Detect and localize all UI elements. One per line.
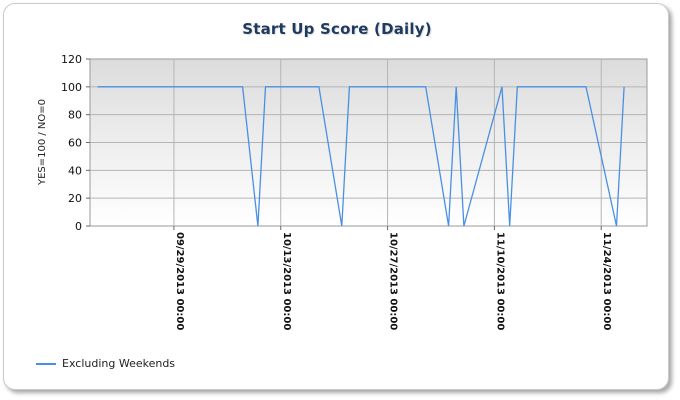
data-point bbox=[509, 225, 511, 227]
data-point bbox=[318, 86, 320, 88]
data-point bbox=[623, 86, 625, 88]
y-tick-label: 80 bbox=[68, 109, 82, 122]
y-tick-label: 40 bbox=[68, 164, 82, 177]
y-axis-label: YES=100 / NO=0 bbox=[37, 99, 48, 186]
legend-label-excluding-weekends: Excluding Weekends bbox=[62, 357, 176, 370]
data-point bbox=[463, 225, 465, 227]
x-tick-label: 10/13/2013 00:00 bbox=[281, 232, 292, 330]
data-point bbox=[242, 86, 244, 88]
line-chart: 0 20 40 60 80 100 120 09/29/2013 00:00 10/13/20… bbox=[37, 53, 648, 330]
data-point bbox=[448, 225, 450, 227]
y-tick-label: 120 bbox=[61, 53, 82, 66]
y-tick-label: 0 bbox=[75, 220, 82, 233]
data-point bbox=[265, 86, 267, 88]
data-point bbox=[97, 86, 99, 88]
y-tick-label: 60 bbox=[68, 137, 82, 150]
y-axis: 0 20 40 60 80 100 120 bbox=[61, 53, 90, 233]
data-point bbox=[349, 86, 351, 88]
data-point bbox=[425, 86, 427, 88]
data-point bbox=[585, 86, 587, 88]
data-point bbox=[455, 86, 457, 88]
data-point bbox=[516, 86, 518, 88]
x-tick-label: 10/27/2013 00:00 bbox=[388, 232, 399, 330]
x-tick-label: 09/29/2013 00:00 bbox=[174, 232, 185, 330]
y-tick-label: 20 bbox=[68, 192, 82, 205]
data-point bbox=[257, 225, 259, 227]
y-tick-label: 100 bbox=[61, 81, 82, 94]
legend-swatch-excluding-weekends bbox=[36, 362, 56, 365]
x-tick-label: 11/24/2013 00:00 bbox=[601, 232, 612, 330]
x-tick-label: 11/10/2013 00:00 bbox=[494, 232, 505, 330]
legend: Excluding Weekends bbox=[36, 357, 175, 370]
x-axis: 09/29/2013 00:00 10/13/2013 00:00 10/27/20… bbox=[173, 226, 612, 330]
data-point bbox=[616, 225, 618, 227]
data-point bbox=[341, 225, 343, 227]
data-point bbox=[501, 86, 503, 88]
